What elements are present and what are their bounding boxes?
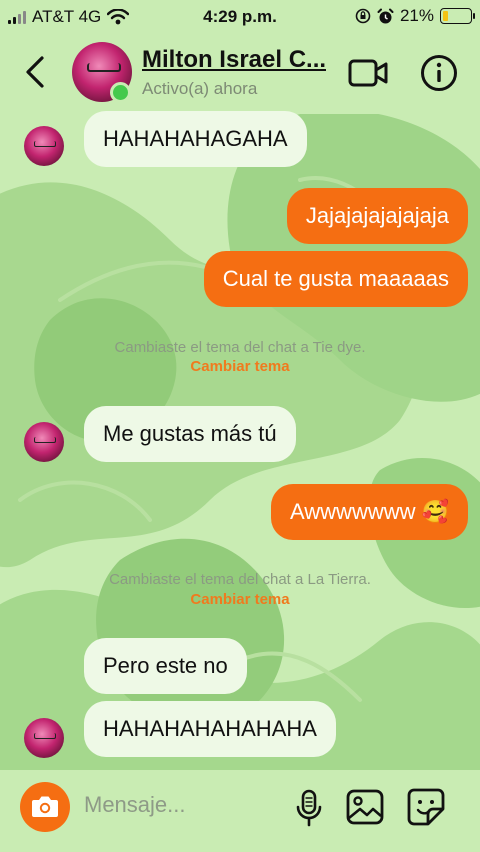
video-camera-icon[interactable] xyxy=(348,56,388,90)
incoming-message[interactable]: Pero este no xyxy=(84,638,247,694)
presence-status: Activo(a) ahora xyxy=(142,79,258,98)
status-bar: AT&T 4G 4:29 p.m. 21% xyxy=(0,0,480,34)
camera-button[interactable] xyxy=(20,782,70,832)
microphone-icon[interactable] xyxy=(294,788,324,828)
contact-avatar-small[interactable] xyxy=(24,718,64,758)
outgoing-message[interactable]: Awwwwwww 🥰 xyxy=(271,484,468,540)
change-theme-link[interactable]: Cambiar tema xyxy=(0,358,480,375)
status-right: 21% xyxy=(355,6,475,26)
gallery-icon[interactable] xyxy=(346,789,384,825)
contact-name[interactable]: Milton Israel C... xyxy=(142,46,326,74)
battery-percent: 21% xyxy=(399,6,434,25)
battery-icon xyxy=(440,8,475,24)
info-icon[interactable] xyxy=(420,54,458,92)
online-status-dot xyxy=(110,82,131,103)
outgoing-message[interactable]: Jajajajajajajaja xyxy=(286,188,468,244)
incoming-message[interactable]: HAHAHAHAHAHAHA xyxy=(84,701,336,757)
contact-avatar-small[interactable] xyxy=(24,422,64,462)
theme-change-notice: Cambiaste el tema del chat a Tie dye. xyxy=(114,339,366,356)
camera-icon xyxy=(32,796,58,817)
chat-header: Milton Israel C... Activo(a) ahora xyxy=(0,34,480,114)
change-theme-link[interactable]: Cambiar tema xyxy=(0,591,480,608)
message-input[interactable]: Mensaje... xyxy=(84,792,186,818)
sticker-icon[interactable] xyxy=(406,787,446,827)
theme-change-notice: Cambiaste el tema del chat a La Tierra. xyxy=(109,571,371,588)
orientation-lock-icon xyxy=(355,8,371,24)
incoming-message[interactable]: Me gustas más tú xyxy=(84,406,296,462)
outgoing-message[interactable]: Cual te gusta maaaaas xyxy=(203,251,468,307)
contact-avatar-small[interactable] xyxy=(24,126,64,166)
incoming-message[interactable]: HAHAHAHAGAHA xyxy=(84,111,307,167)
back-chevron-icon[interactable] xyxy=(20,52,50,92)
alarm-icon xyxy=(377,8,394,23)
message-composer: Mensaje... xyxy=(0,770,480,852)
